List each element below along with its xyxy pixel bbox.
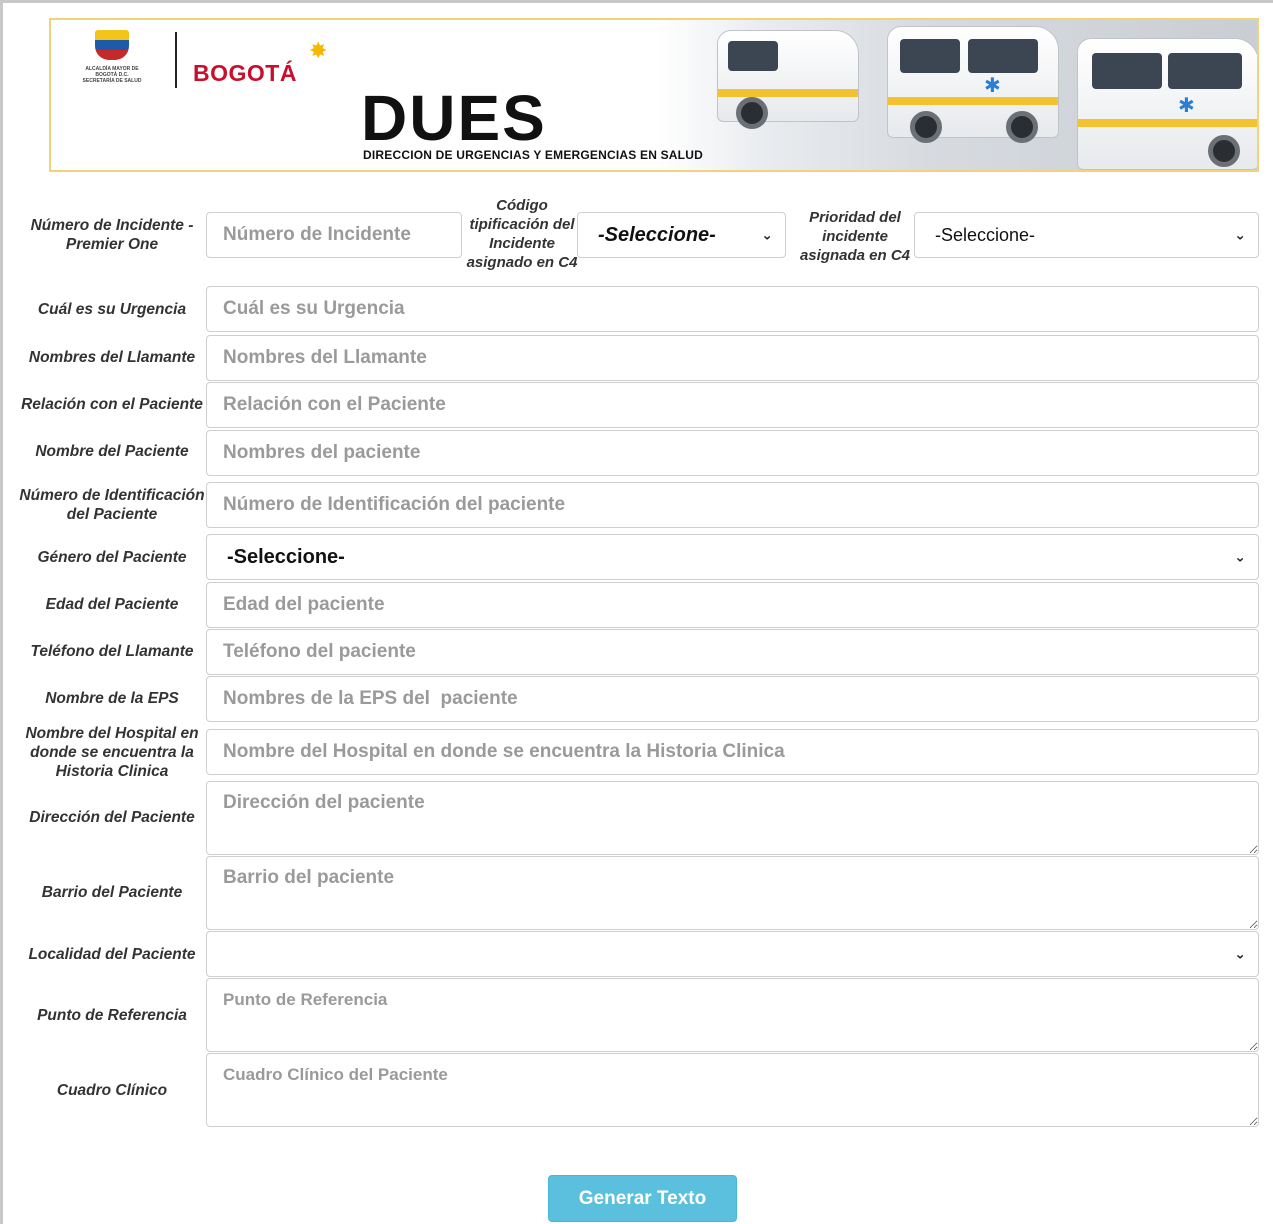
codigo-select-value: -Seleccione- <box>598 223 716 246</box>
localidad-select[interactable]: ⌄ <box>206 931 1259 977</box>
paciente-input[interactable] <box>206 430 1259 476</box>
generate-text-button[interactable]: Generar Texto <box>548 1175 737 1222</box>
eps-input[interactable] <box>206 676 1259 722</box>
referencia-label: Punto de Referencia <box>37 1006 187 1024</box>
chevron-down-icon: ⌄ <box>1234 548 1246 565</box>
identificacion-label: Número de Identificación del Paciente <box>19 487 205 523</box>
telefono-label: Teléfono del Llamante <box>30 642 194 660</box>
prioridad-label: Prioridad del incidente asignada en C4 <box>799 208 911 264</box>
page-subtitle: DIRECCION DE URGENCIAS Y EMERGENCIAS EN … <box>363 148 703 162</box>
prioridad-select-value: -Seleccione- <box>935 224 1036 245</box>
relacion-input[interactable] <box>206 382 1259 428</box>
header-banner: ✱ ✱ Alcaldía Mayor de Bogotá D.C. Secret… <box>49 18 1259 172</box>
eps-label: Nombre de la EPS <box>45 689 179 707</box>
localidad-label: Localidad del Paciente <box>28 945 196 963</box>
paciente-label: Nombre del Paciente <box>35 442 189 460</box>
llamante-label: Nombres del Llamante <box>28 348 196 366</box>
codigo-select[interactable]: -Seleccione- ⌄ <box>577 212 786 258</box>
barrio-label: Barrio del Paciente <box>41 883 183 901</box>
genero-label: Género del Paciente <box>37 548 187 566</box>
edad-input[interactable] <box>206 582 1259 628</box>
prioridad-select[interactable]: -Seleccione- ⌄ <box>914 212 1259 258</box>
identificacion-input[interactable] <box>206 482 1259 528</box>
ambulance-image: ✱ <box>887 26 1059 143</box>
ambulance-image <box>717 30 859 129</box>
chevron-down-icon: ⌄ <box>761 226 773 243</box>
hospital-label: Nombre del Hospital en donde se encuentr… <box>25 724 199 780</box>
coat-of-arms-icon <box>95 30 129 60</box>
llamante-input[interactable] <box>206 335 1259 381</box>
urgencia-label: Cuál es su Urgencia <box>37 300 187 318</box>
page-title: DUES <box>361 82 547 154</box>
hospital-input[interactable] <box>206 729 1259 775</box>
incident-input[interactable] <box>206 212 462 258</box>
genero-select[interactable]: -Seleccione- ⌄ <box>206 534 1259 580</box>
chevron-down-icon: ⌄ <box>1234 226 1246 243</box>
cuadro-label: Cuadro Clínico <box>56 1081 168 1099</box>
star-icon: ✸ <box>309 38 328 63</box>
codigo-label: Código tipificación del Incidente asigna… <box>466 197 578 271</box>
barrio-textarea[interactable] <box>206 856 1259 930</box>
urgencia-input[interactable] <box>206 286 1259 332</box>
telefono-input[interactable] <box>206 629 1259 675</box>
cuadro-textarea[interactable] <box>206 1053 1259 1127</box>
direccion-textarea[interactable] <box>206 781 1259 855</box>
relacion-label: Relación con el Paciente <box>21 395 203 413</box>
edad-label: Edad del Paciente <box>45 595 179 613</box>
bogota-logo: BOGOTÁ <box>193 60 297 86</box>
ambulance-image: ✱ <box>1077 38 1257 170</box>
seal-text: Alcaldía Mayor de Bogotá D.C. Secretaría… <box>82 66 142 84</box>
referencia-textarea[interactable] <box>206 978 1259 1052</box>
chevron-down-icon: ⌄ <box>1234 945 1246 962</box>
ambulance-photo: ✱ ✱ <box>657 20 1257 170</box>
logo-divider <box>175 32 177 88</box>
genero-select-value: -Seleccione- <box>227 545 345 568</box>
direccion-label: Dirección del Paciente <box>29 808 195 826</box>
incident-label: Número de Incidente - Premier One <box>30 217 194 253</box>
